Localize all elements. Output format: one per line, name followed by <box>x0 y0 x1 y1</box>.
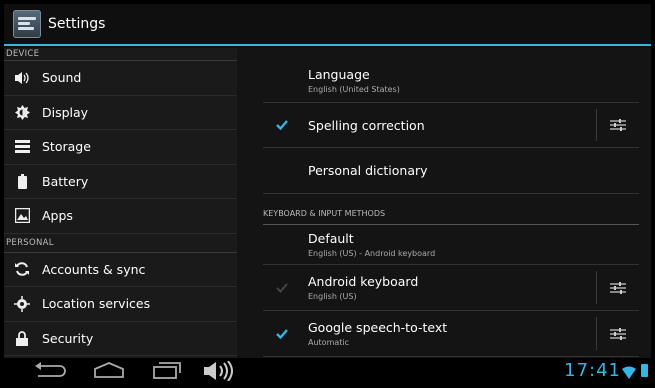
device-section-header: DEVICE <box>4 48 237 61</box>
settings-headers-pane: DEVICE Sound Display Storage Battery App… <box>4 48 237 358</box>
home-icon[interactable] <box>92 361 126 381</box>
personal-section-header: PERSONAL <box>4 234 237 253</box>
android-keyboard-checkbox <box>275 281 289 295</box>
pref-summary: English (United States) <box>308 84 400 94</box>
pref-summary: Automatic <box>308 338 350 347</box>
sidebar-item-label: Security <box>42 330 94 346</box>
pref-summary: English (US) - Android keyboard <box>308 249 436 258</box>
sidebar-item-label: Sound <box>42 70 82 86</box>
pref-title: Language <box>308 66 370 82</box>
sliders-icon <box>610 119 626 131</box>
action-bar-title: Settings <box>48 16 106 32</box>
settings-app-icon[interactable] <box>13 10 41 38</box>
wifi-icon <box>622 364 636 383</box>
sidebar-item-sound[interactable]: Sound <box>4 61 237 96</box>
pref-title: Default <box>308 231 354 246</box>
keyboard-input-methods-header: KEYBOARD & INPUT METHODS <box>263 203 639 225</box>
lock-icon <box>13 329 31 347</box>
back-icon[interactable] <box>34 361 68 381</box>
sidebar-item-label: Display <box>42 104 89 120</box>
battery-icon <box>13 172 31 190</box>
speaker-icon <box>13 69 31 87</box>
sidebar-item-accounts-sync[interactable]: Accounts & sync <box>4 253 237 287</box>
sidebar-item-apps[interactable]: Apps <box>4 199 237 234</box>
sidebar-item-location-services[interactable]: Location services <box>4 287 237 322</box>
tablet-screen: Settings DEVICE Sound Display Storage Ba… <box>4 4 651 384</box>
google-speech-settings-button[interactable] <box>597 311 639 356</box>
status-clock: 17:41 <box>564 360 621 381</box>
google-speech-checkbox[interactable] <box>275 327 289 341</box>
language-input-pane: Language English (United States) Spellin… <box>237 48 651 358</box>
system-navigation-bar: 17:41 <box>4 358 651 384</box>
battery-status-icon <box>641 364 648 377</box>
volume-icon[interactable] <box>202 360 238 382</box>
sidebar-item-label: Storage <box>42 139 91 155</box>
pref-title: Spelling correction <box>308 117 425 133</box>
action-bar: Settings <box>4 4 651 46</box>
google-speech-pref[interactable]: Google speech-to-text Automatic <box>263 311 639 357</box>
recent-apps-icon[interactable] <box>150 361 184 381</box>
sidebar-item-label: Accounts & sync <box>42 261 146 277</box>
brightness-icon <box>13 103 31 121</box>
sidebar-item-label: Location services <box>42 296 151 312</box>
language-pref[interactable]: Language English (United States) <box>263 58 639 103</box>
sync-icon <box>13 260 31 278</box>
pref-title: Personal dictionary <box>308 163 428 178</box>
android-keyboard-settings-button[interactable] <box>597 265 639 310</box>
pref-title: Android keyboard <box>308 274 419 289</box>
sidebar-item-display[interactable]: Display <box>4 96 237 130</box>
android-keyboard-pref[interactable]: Android keyboard English (US) <box>263 265 639 311</box>
spelling-correction-checkbox[interactable] <box>275 118 289 132</box>
pref-summary: English (US) <box>308 292 357 301</box>
sliders-icon <box>610 327 626 340</box>
sidebar-item-label: Battery <box>42 173 89 189</box>
spelling-settings-button[interactable] <box>597 103 639 147</box>
sidebar-item-battery[interactable]: Battery <box>4 165 237 199</box>
spelling-correction-pref[interactable]: Spelling correction <box>263 103 639 148</box>
sidebar-item-storage[interactable]: Storage <box>4 130 237 165</box>
default-input-pref[interactable]: Default English (US) - Android keyboard <box>263 225 639 265</box>
location-icon <box>13 295 31 313</box>
storage-icon <box>13 138 31 156</box>
apps-icon <box>13 207 31 225</box>
sliders-icon <box>610 281 626 294</box>
sidebar-item-security[interactable]: Security <box>4 322 237 356</box>
sidebar-item-label: Apps <box>42 208 73 224</box>
personal-dictionary-pref[interactable]: Personal dictionary <box>263 148 639 194</box>
pref-title: Google speech-to-text <box>308 320 448 335</box>
